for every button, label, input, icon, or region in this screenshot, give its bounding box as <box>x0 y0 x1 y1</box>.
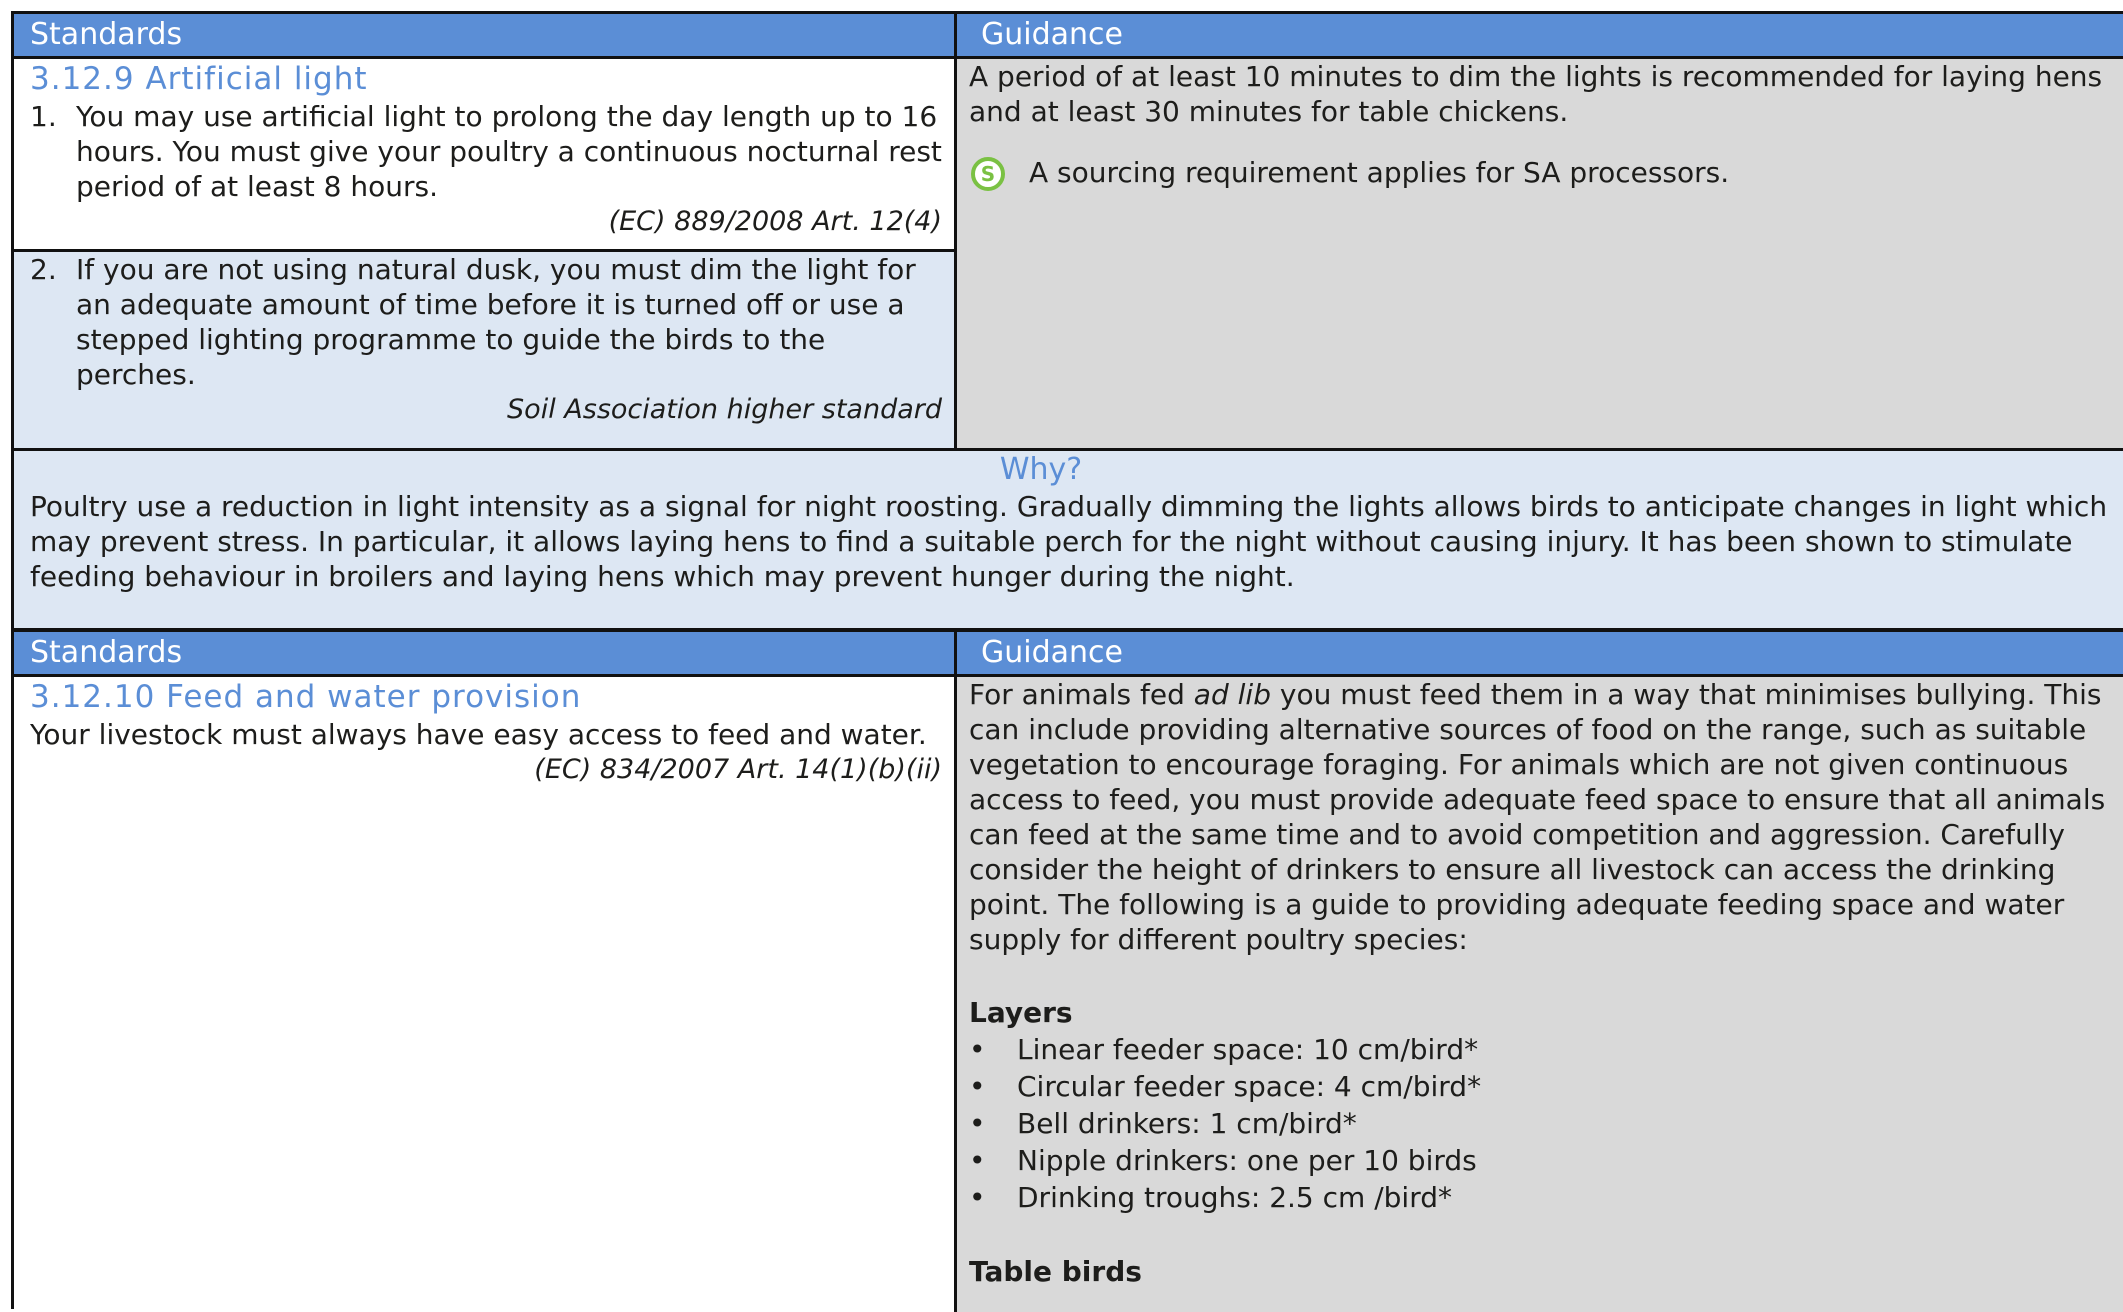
item-text: If you are not using natural dusk, you m… <box>76 253 916 391</box>
sourcing-note-row: S A sourcing requirement applies for SA … <box>969 156 2123 201</box>
bullet-icon: • <box>969 1181 986 1214</box>
guidance-header-label: Guidance <box>981 17 1123 52</box>
guidance-intro-rest: you must feed them in a way that minimis… <box>969 678 2106 956</box>
bullet-icon: • <box>969 1144 986 1177</box>
bullet-icon: • <box>969 1070 986 1103</box>
list-item: • Bell drinkers: 1 cm/bird* <box>969 1107 1357 1140</box>
guidance-header-label: Guidance <box>981 635 1123 670</box>
list-item: • Drinking troughs: 2.5 cm /bird* <box>969 1181 1452 1214</box>
standard-item-1: 1. You may use artificial light to prolo… <box>30 99 942 204</box>
why-title: Why? <box>999 452 1083 487</box>
list-item: • Circular feeder space: 4 cm/bird* <box>969 1070 1482 1103</box>
standards-header-label: Standards <box>30 635 183 670</box>
bullet-icon: • <box>969 1033 986 1066</box>
feed-water-table: Standards Guidance 3.12.10 Feed and wate… <box>11 629 2123 1312</box>
item-number: 2. <box>30 253 57 286</box>
regulation-reference: (EC) 889/2008 Art. 12(4) <box>608 206 942 237</box>
guidance-cell: For animals fed ad lib you must feed the… <box>957 677 2123 1312</box>
guidance-cell: A period of at least 10 minutes to dim t… <box>957 59 2123 451</box>
list-item: • Nipple drinkers: one per 10 birds <box>969 1144 1477 1177</box>
regulation-reference: (EC) 834/2007 Art. 14(1)(b)(ii) <box>534 754 942 785</box>
standard-item-2-cell: 2. If you are not using natural dusk, yo… <box>14 252 954 451</box>
ad-lib-term: ad lib <box>1193 678 1271 711</box>
artificial-light-table: Standards Guidance 3.12.9 Artificial lig… <box>11 11 2123 454</box>
standard-cell: 3.12.10 Feed and water provision Your li… <box>14 677 954 1312</box>
guidance-header: Guidance <box>957 632 2123 674</box>
standards-header-label: Standards <box>30 17 183 52</box>
why-box: Why? Poultry use a reduction in light in… <box>11 448 2123 631</box>
table-birds-heading: Table birds <box>969 1255 1142 1288</box>
layers-heading: Layers <box>969 996 1073 1029</box>
sourcing-note-text: A sourcing requirement applies for SA pr… <box>1029 156 1730 189</box>
guidance-intro-start: For animals fed <box>969 678 1194 711</box>
layers-list: • Linear feeder space: 10 cm/bird* • Circu… <box>969 1031 2123 1216</box>
item-number: 1. <box>30 100 57 133</box>
standards-header: Standards <box>14 632 954 674</box>
guidance-text: A period of at least 10 minutes to dim t… <box>969 60 2103 128</box>
guidance-header: Guidance <box>957 14 2123 56</box>
standard-item-2: 2. If you are not using natural dusk, yo… <box>30 252 942 392</box>
section-title: 3.12.9 Artificial light <box>30 61 368 97</box>
standards-page: Standards Guidance 3.12.9 Artificial lig… <box>0 0 2123 1312</box>
why-text: Poultry use a reduction in light intensi… <box>30 490 2108 593</box>
item-text: You may use artificial light to prolong … <box>76 100 942 203</box>
sourcing-s-icon: S <box>971 157 1005 191</box>
standard-text: Your livestock must always have easy acc… <box>30 718 927 751</box>
bullet-icon: • <box>969 1107 986 1140</box>
guidance-intro: For animals fed ad lib you must feed the… <box>969 677 2123 957</box>
standards-header: Standards <box>14 14 954 56</box>
section-title: 3.12.10 Feed and water provision <box>30 679 582 715</box>
standard-item-1-cell: 3.12.9 Artificial light 1. You may use a… <box>14 59 954 249</box>
list-item: • Linear feeder space: 10 cm/bird* <box>969 1033 1479 1066</box>
regulation-reference: Soil Association higher standard <box>507 394 942 425</box>
